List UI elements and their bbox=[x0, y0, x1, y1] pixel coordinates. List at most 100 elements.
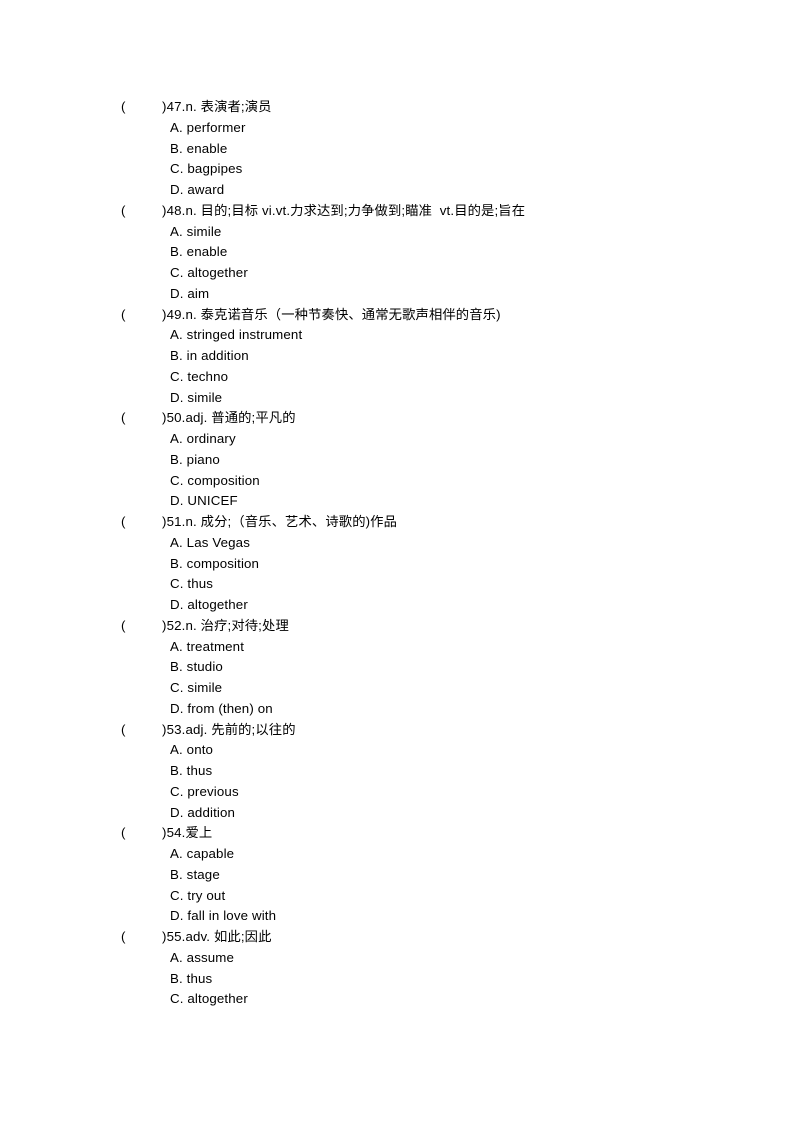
option-letter: A bbox=[170, 846, 180, 861]
question-meaning: 先前的;以往的 bbox=[211, 721, 296, 737]
option-separator: . bbox=[179, 970, 187, 986]
option-text: stringed instrument bbox=[186, 327, 303, 343]
option-letter: A bbox=[170, 431, 180, 446]
part-of-speech: n. bbox=[185, 514, 201, 529]
option-separator: . bbox=[179, 140, 187, 156]
option-letter: D bbox=[170, 389, 180, 405]
question-prompt: ()55.adv. 如此;因此 bbox=[0, 927, 794, 948]
document-page: ()47.n. 表演者;演员 A. performer B. enable C. ba… bbox=[0, 0, 794, 1123]
question-block: ()47.n. 表演者;演员 A. performer B. enable C. ba… bbox=[0, 97, 794, 201]
option-item[interactable]: A. assume bbox=[0, 948, 794, 969]
option-separator: . bbox=[179, 348, 187, 363]
option-text: simile bbox=[186, 223, 222, 239]
option-item[interactable]: D. simile bbox=[0, 388, 794, 409]
option-separator: . bbox=[179, 534, 187, 550]
option-item[interactable]: A. performer bbox=[0, 118, 794, 139]
option-letter: D bbox=[170, 493, 180, 509]
part-of-speech: n. bbox=[185, 617, 201, 633]
option-item[interactable]: C. altogether bbox=[0, 263, 794, 284]
option-text: Las Vegas bbox=[186, 534, 250, 550]
option-item[interactable]: C. try out bbox=[0, 886, 794, 907]
answer-blank-paren-open[interactable]: ( bbox=[121, 927, 162, 948]
option-item[interactable]: A. capable bbox=[0, 844, 794, 865]
option-letter: B bbox=[170, 451, 180, 467]
answer-blank-paren-open[interactable]: ( bbox=[121, 408, 162, 429]
option-text: simile bbox=[187, 389, 223, 405]
option-text: thus bbox=[186, 970, 213, 986]
answer-blank-paren-open[interactable]: ( bbox=[121, 97, 162, 118]
option-item[interactable]: D. from (then) on bbox=[0, 699, 794, 720]
option-text: altogether bbox=[187, 597, 248, 612]
option-text: altogether bbox=[187, 265, 248, 280]
question-meaning: 如此;因此 bbox=[213, 929, 272, 944]
option-letter: A bbox=[170, 638, 180, 654]
answer-blank-paren-open[interactable]: ( bbox=[121, 720, 162, 741]
option-text: try out bbox=[187, 887, 226, 903]
option-letter: B bbox=[170, 659, 180, 675]
option-item[interactable]: A. treatment bbox=[0, 637, 794, 658]
question-block: ()54.爱上 A. capable B. stage C. try out D. fa… bbox=[0, 823, 794, 927]
option-item[interactable]: D. fall in love with bbox=[0, 906, 794, 927]
question-meaning: 表演者;演员 bbox=[200, 99, 272, 114]
option-item[interactable]: D. UNICEF bbox=[0, 491, 794, 512]
option-text: fall in love with bbox=[187, 908, 277, 924]
option-letter: A bbox=[170, 327, 180, 343]
option-text: simile bbox=[187, 680, 223, 695]
option-separator: . bbox=[179, 763, 187, 778]
option-item[interactable]: B. stage bbox=[0, 865, 794, 886]
option-text: award bbox=[187, 182, 225, 197]
answer-blank-paren-open[interactable]: ( bbox=[121, 201, 162, 222]
option-item[interactable]: B. enable bbox=[0, 242, 794, 263]
option-item[interactable]: C. bagpipes bbox=[0, 159, 794, 180]
option-letter: C bbox=[170, 265, 180, 280]
option-letter: B bbox=[170, 348, 180, 363]
option-text: performer bbox=[186, 119, 246, 135]
option-item[interactable]: D. aim bbox=[0, 284, 794, 305]
option-item[interactable]: C. composition bbox=[0, 471, 794, 492]
option-item[interactable]: C. previous bbox=[0, 782, 794, 803]
option-item[interactable]: A. Las Vegas bbox=[0, 533, 794, 554]
option-item[interactable]: B. piano bbox=[0, 450, 794, 471]
option-item[interactable]: A. ordinary bbox=[0, 429, 794, 450]
option-item[interactable]: C. altogether bbox=[0, 989, 794, 1010]
question-prompt: ()53.adj. 先前的;以往的 bbox=[0, 720, 794, 741]
answer-blank-paren-open[interactable]: ( bbox=[121, 305, 162, 326]
answer-blank-paren-open[interactable]: ( bbox=[121, 512, 162, 533]
question-number: 52. bbox=[166, 617, 186, 633]
answer-blank-paren-open[interactable]: ( bbox=[121, 823, 162, 844]
option-text: thus bbox=[186, 763, 213, 778]
option-item[interactable]: D. altogether bbox=[0, 595, 794, 616]
option-item[interactable]: B. enable bbox=[0, 139, 794, 160]
question-prompt: ()50.adj. 普通的;平凡的 bbox=[0, 408, 794, 429]
option-item[interactable]: D. addition bbox=[0, 803, 794, 824]
question-block: ()48.n. 目的;目标 vi.vt.力求达到;力争做到;瞄准 vt.目的是;… bbox=[0, 201, 794, 305]
option-item[interactable]: B. thus bbox=[0, 969, 794, 990]
question-number: 50. bbox=[166, 410, 186, 426]
option-text: UNICEF bbox=[187, 493, 238, 509]
option-separator: . bbox=[179, 327, 187, 343]
option-item[interactable]: A. onto bbox=[0, 740, 794, 761]
option-letter: D bbox=[170, 700, 180, 716]
option-item[interactable]: C. simile bbox=[0, 678, 794, 699]
option-letter: A bbox=[170, 534, 180, 550]
option-item[interactable]: B. thus bbox=[0, 761, 794, 782]
option-text: bagpipes bbox=[187, 161, 243, 177]
question-number: 55. bbox=[166, 929, 186, 944]
option-item[interactable]: B. in addition bbox=[0, 346, 794, 367]
option-text: previous bbox=[187, 783, 239, 799]
question-prompt: ()48.n. 目的;目标 vi.vt.力求达到;力争做到;瞄准 vt.目的是;… bbox=[0, 201, 794, 222]
option-item[interactable]: B. studio bbox=[0, 657, 794, 678]
part-of-speech: adj. bbox=[185, 721, 212, 737]
option-text: composition bbox=[186, 555, 260, 571]
answer-blank-paren-open[interactable]: ( bbox=[121, 616, 162, 637]
option-item[interactable]: A. simile bbox=[0, 222, 794, 243]
question-number: 51. bbox=[166, 514, 186, 529]
option-item[interactable]: A. stringed instrument bbox=[0, 325, 794, 346]
option-item[interactable]: B. composition bbox=[0, 554, 794, 575]
option-item[interactable]: C. techno bbox=[0, 367, 794, 388]
question-number: 53. bbox=[166, 721, 186, 737]
option-separator: . bbox=[179, 742, 187, 758]
option-item[interactable]: D. award bbox=[0, 180, 794, 201]
option-item[interactable]: C. thus bbox=[0, 574, 794, 595]
option-letter: C bbox=[170, 887, 180, 903]
